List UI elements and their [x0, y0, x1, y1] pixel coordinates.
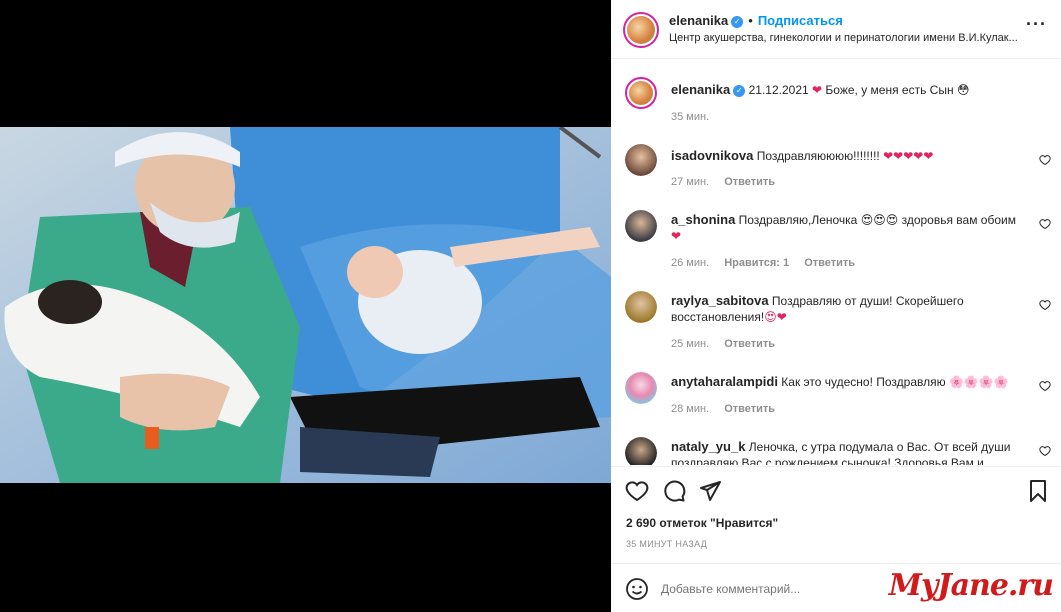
- comment-emoji: 😍😍😍: [860, 213, 899, 227]
- post-photo[interactable]: [0, 127, 611, 483]
- comment-username[interactable]: nataly_yu_k: [671, 439, 745, 454]
- posted-time: 35 МИНУТ НАЗАД: [626, 539, 708, 549]
- like-comment-icon[interactable]: [1039, 299, 1051, 311]
- caption-text: elenanika ✓ 21.12.2021 ❤ Боже, у меня ест…: [671, 82, 1021, 98]
- post-side-panel: elenanika ✓ • Подписаться Центр акушерства,…: [611, 0, 1061, 612]
- flushed-emoji: 😳: [956, 83, 970, 97]
- caption-date: 21.12.2021: [748, 83, 809, 97]
- caption-message: Боже, у меня есть Сын: [825, 83, 954, 97]
- like-comment-icon[interactable]: [1039, 445, 1051, 457]
- comment-meta: 26 мин. Нравится: 1 Ответить: [671, 257, 867, 269]
- comment-emoji: ❤❤❤❤❤: [883, 149, 934, 163]
- comment-body-2: здоровья вам обоим: [901, 213, 1016, 227]
- like-comment-icon[interactable]: [1039, 218, 1051, 230]
- comment-time: 25 мин.: [671, 338, 710, 350]
- author-username[interactable]: elenanika: [669, 13, 728, 28]
- caption-time: 35 мин.: [671, 111, 710, 123]
- reply-button[interactable]: Ответить: [724, 338, 775, 350]
- heart-emoji: ❤: [812, 83, 823, 97]
- verified-icon: ✓: [733, 84, 746, 97]
- post-header: elenanika ✓ • Подписаться Центр акушерства,…: [611, 0, 1061, 59]
- more-icon[interactable]: ···: [1026, 14, 1047, 35]
- site-watermark: MyJane.ru: [888, 568, 1054, 603]
- caption-username[interactable]: elenanika: [671, 82, 730, 97]
- author-avatar[interactable]: [623, 12, 659, 48]
- commenter-avatar[interactable]: [625, 372, 657, 404]
- like-comment-icon[interactable]: [1039, 380, 1051, 392]
- likes-count[interactable]: 2 690 отметок "Нравится": [626, 516, 778, 530]
- comment-username[interactable]: raylya_sabitova: [671, 293, 769, 308]
- heart-icon[interactable]: [625, 479, 649, 503]
- comment-emoji: 😍❤: [764, 310, 787, 324]
- like-comment-icon[interactable]: [1039, 154, 1051, 166]
- comment-emoji-2: ❤: [671, 229, 682, 243]
- comment-text: isadovnikova Поздравляюююю!!!!!!!! ❤❤❤❤❤: [671, 148, 1021, 164]
- commenter-avatar[interactable]: [625, 437, 657, 465]
- comment-body: Поздравляю,Леночка: [738, 213, 858, 227]
- caption-meta: 35 мин.: [671, 111, 721, 123]
- reply-button[interactable]: Ответить: [724, 403, 775, 415]
- smile-icon[interactable]: [625, 577, 649, 601]
- action-bar: [611, 466, 1061, 514]
- comment-meta: 27 мин. Ответить: [671, 176, 787, 188]
- comment-emoji: 🌸🌸🌸🌸: [948, 375, 1009, 389]
- reply-button[interactable]: Ответить: [804, 257, 855, 269]
- comments-list[interactable]: elenanika ✓ 21.12.2021 ❤ Боже, у меня ест…: [611, 60, 1061, 465]
- post-location[interactable]: Центр акушерства, гинекологии и перинато…: [669, 32, 1019, 44]
- commenter-avatar[interactable]: [625, 291, 657, 323]
- comment-icon[interactable]: [662, 479, 686, 503]
- comment-body: Поздравляюююю!!!!!!!!: [756, 149, 880, 163]
- comment-text: raylya_sabitova Поздравляю от души! Скор…: [671, 293, 1021, 325]
- comment-text: a_shonina Поздравляю,Леночка 😍😍😍 здоровь…: [671, 212, 1021, 244]
- separator-dot: •: [748, 13, 753, 28]
- comment-meta: 28 мин. Ответить: [671, 403, 787, 415]
- commenter-avatar[interactable]: [625, 144, 657, 176]
- comment-time: 28 мин.: [671, 403, 710, 415]
- comment-input[interactable]: [661, 578, 921, 600]
- comment-body: Как это чудесно! Поздравляю: [781, 375, 946, 389]
- verified-icon: ✓: [731, 15, 744, 28]
- comment-meta: 25 мин. Ответить: [671, 338, 787, 350]
- share-icon[interactable]: [698, 479, 722, 503]
- comment-text: anytaharalampidi Как это чудесно! Поздра…: [671, 374, 1021, 390]
- comment-username[interactable]: anytaharalampidi: [671, 374, 778, 389]
- comment-username[interactable]: isadovnikova: [671, 148, 753, 163]
- author-avatar[interactable]: [625, 77, 657, 109]
- reply-button[interactable]: Ответить: [724, 176, 775, 188]
- comment-time: 26 мин.: [671, 257, 710, 269]
- comment-username[interactable]: a_shonina: [671, 212, 735, 227]
- comment-text: nataly_yu_k Леночка, с утра подумала о В…: [671, 439, 1021, 465]
- post-media: [0, 0, 611, 612]
- comment-likes[interactable]: Нравится: 1: [724, 257, 789, 269]
- follow-button[interactable]: Подписаться: [758, 13, 843, 28]
- comment-time: 27 мин.: [671, 176, 710, 188]
- bookmark-icon[interactable]: [1026, 479, 1050, 503]
- commenter-avatar[interactable]: [625, 210, 657, 242]
- header-top-line: elenanika ✓ • Подписаться: [669, 13, 843, 28]
